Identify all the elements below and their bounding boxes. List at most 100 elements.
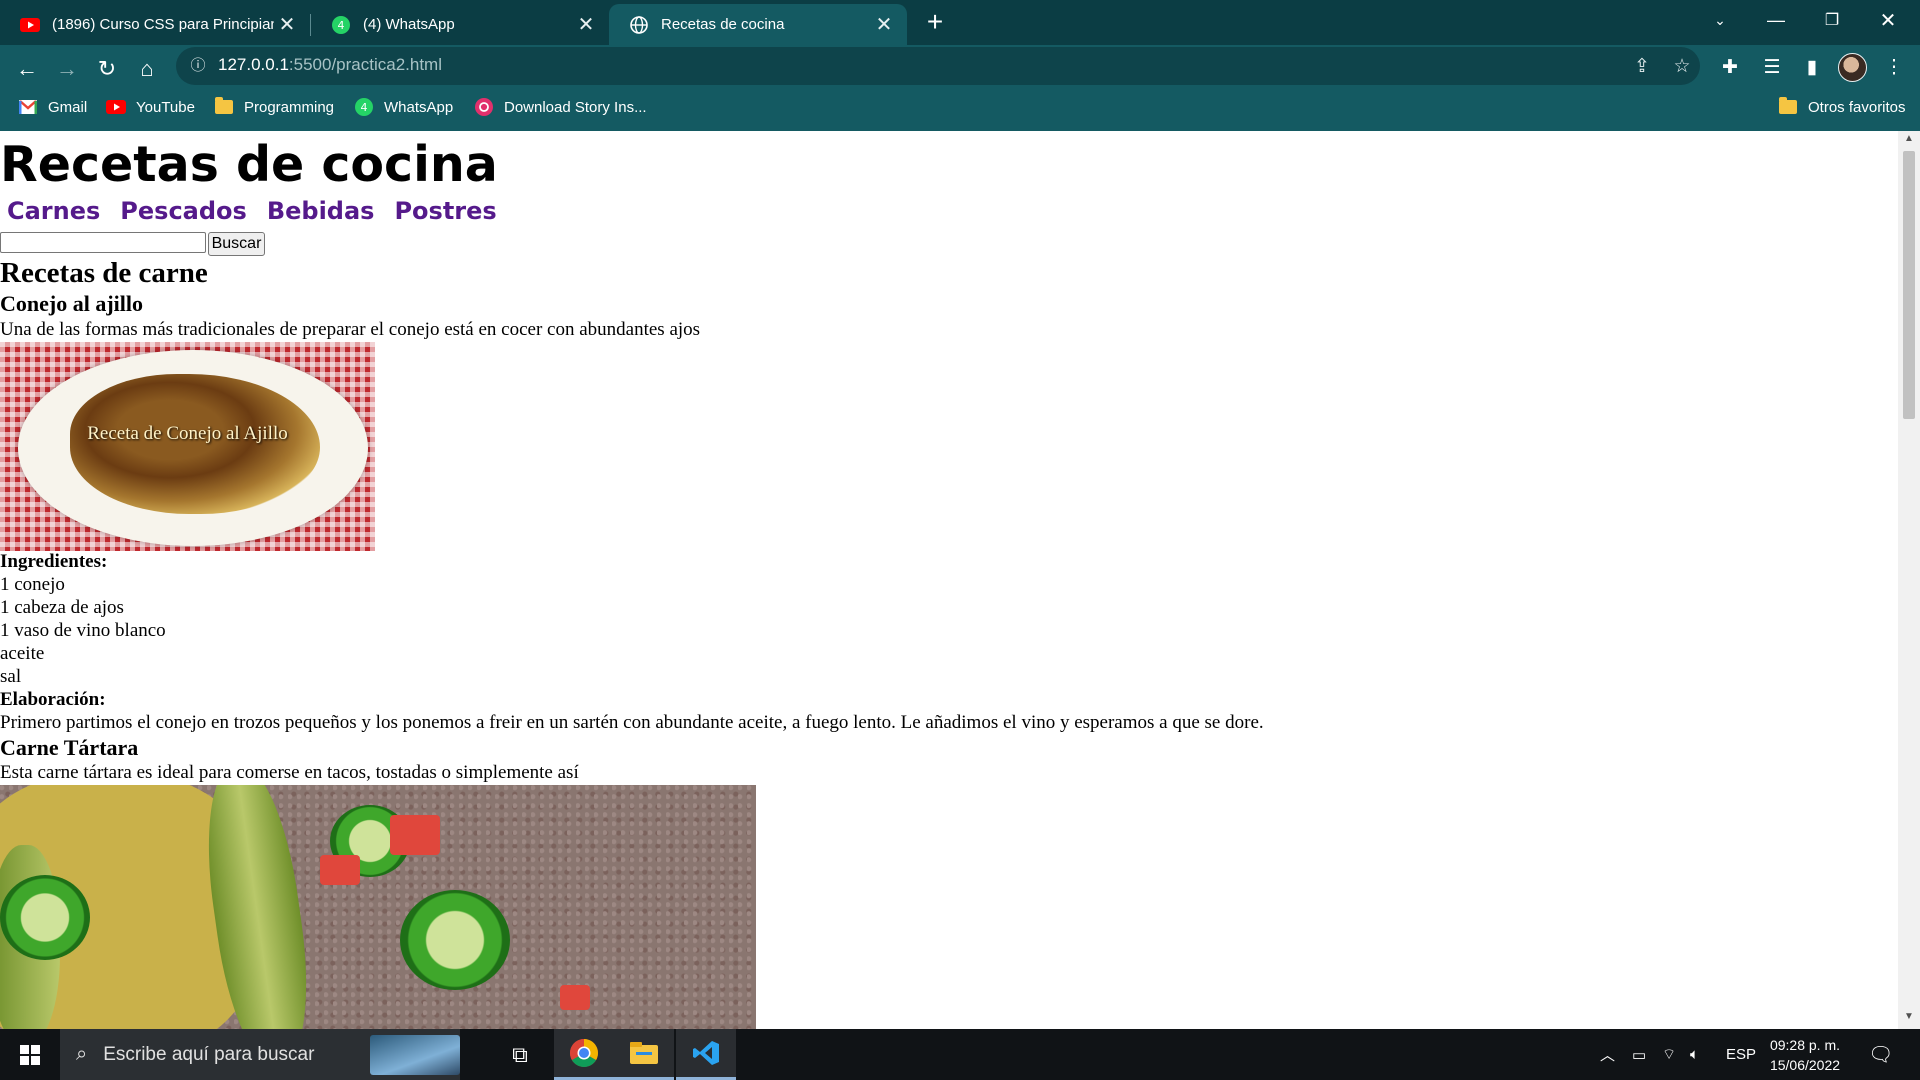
reload-button[interactable]: ↻ xyxy=(90,52,124,86)
reading-list-icon[interactable]: ☰ xyxy=(1756,52,1788,84)
page-title: Recetas de cocina xyxy=(0,136,498,193)
menu-link-carnes[interactable]: Carnes xyxy=(7,197,100,225)
scroll-down-icon[interactable]: ▼ xyxy=(1898,1011,1920,1027)
search-button[interactable]: Buscar xyxy=(208,232,265,256)
vscode-icon[interactable] xyxy=(676,1029,736,1080)
profile-avatar[interactable] xyxy=(1838,53,1867,82)
minimize-button[interactable]: — xyxy=(1748,0,1804,40)
bookmark-gmail[interactable]: Gmail xyxy=(18,96,87,118)
bookmark-label: Otros favoritos xyxy=(1808,98,1906,116)
taskbar-search-box[interactable]: ⌕ Escribe aquí para buscar xyxy=(60,1029,460,1080)
bookmark-label: Gmail xyxy=(48,98,88,116)
search-input[interactable] xyxy=(0,232,206,253)
jalapeno-slice xyxy=(400,890,510,990)
url-path: :5500/practica2.html xyxy=(288,55,442,74)
close-window-button[interactable]: ✕ xyxy=(1860,0,1916,40)
bookmark-label: Download Story Ins... xyxy=(504,98,647,116)
windows-start-icon[interactable] xyxy=(0,1029,60,1080)
ingredients-label: Ingredientes: xyxy=(0,551,108,572)
file-explorer-icon[interactable] xyxy=(614,1029,674,1080)
close-icon[interactable]: ✕ xyxy=(871,12,897,37)
tab-title: (4) WhatsApp xyxy=(363,16,455,33)
new-tab-button[interactable]: + xyxy=(918,5,952,39)
search-highlight-image xyxy=(370,1034,460,1075)
forward-button[interactable]: → xyxy=(50,52,84,86)
bookmark-programming[interactable]: Programming xyxy=(214,96,334,118)
tab-title: (1896) Curso CSS para Principiantes xyxy=(52,16,274,33)
recipe-description: Esta carne tártara es ideal para comerse… xyxy=(0,762,579,783)
tab-search-icon[interactable]: ⌄ xyxy=(1692,0,1748,40)
bookmark-label: Programming xyxy=(244,98,335,116)
preparation-text: Primero partimos el conejo en trozos peq… xyxy=(0,712,1264,733)
tab-title: Recetas de cocina xyxy=(661,16,785,33)
svg-text:4: 4 xyxy=(338,19,345,32)
jalapeno-slice xyxy=(0,875,90,960)
side-panel-icon[interactable]: ▮ xyxy=(1796,52,1828,84)
tab-strip: (1896) Curso CSS para Principiantes ✕ 4 … xyxy=(0,0,1920,45)
restore-button[interactable]: ❐ xyxy=(1804,0,1860,40)
clock-time: 09:28 p. m. xyxy=(1769,1037,1841,1053)
search-icon: ⌕ xyxy=(76,1043,88,1065)
tomato-piece xyxy=(390,815,440,855)
share-icon[interactable]: ⇪ xyxy=(1628,53,1656,81)
notifications-icon[interactable]: 🗨︎ xyxy=(1868,1029,1893,1080)
page-viewport: Recetas de cocina Carnes Pescados Bebida… xyxy=(0,131,1898,1029)
folder-icon xyxy=(1778,97,1798,116)
menu-link-bebidas[interactable]: Bebidas xyxy=(267,197,375,225)
tomato-piece xyxy=(320,855,360,885)
close-icon[interactable]: ✕ xyxy=(573,12,599,37)
battery-icon[interactable]: ▭ xyxy=(1632,1029,1646,1080)
back-button[interactable]: ← xyxy=(10,52,44,86)
tomato-piece xyxy=(560,985,590,1010)
scroll-up-icon[interactable]: ▲ xyxy=(1898,133,1920,149)
image-caption: Receta de Conejo al Ajillo xyxy=(87,423,288,444)
task-view-icon[interactable]: ⧉ xyxy=(490,1029,550,1080)
bookmark-label: WhatsApp xyxy=(384,98,454,116)
youtube-icon xyxy=(20,15,40,35)
globe-icon xyxy=(629,15,649,35)
recipe-title: Carne Tártara xyxy=(0,735,139,760)
scrollbar-thumb[interactable] xyxy=(1903,151,1915,419)
info-icon[interactable]: ⓘ xyxy=(188,56,208,76)
instagram-icon xyxy=(474,98,494,116)
vertical-scrollbar[interactable]: ▲ ▼ xyxy=(1898,131,1920,1029)
clock-date: 15/06/2022 xyxy=(1769,1057,1841,1073)
bookmark-download-story[interactable]: Download Story Ins... xyxy=(474,96,647,118)
menu-link-pescados[interactable]: Pescados xyxy=(120,197,247,225)
bookmark-youtube[interactable]: YouTube xyxy=(106,96,195,118)
tab-recetas[interactable]: Recetas de cocina ✕ xyxy=(609,4,907,45)
chrome-taskbar-icon[interactable] xyxy=(554,1029,614,1080)
whatsapp-icon: 4 xyxy=(354,98,374,116)
close-icon[interactable]: ✕ xyxy=(274,12,300,37)
extensions-icon[interactable]: ✚ xyxy=(1714,52,1746,84)
volume-icon[interactable]: 🔈︎ xyxy=(1690,1029,1699,1080)
ingredient-item: 1 cabeza de ajos xyxy=(0,597,124,618)
wifi-icon[interactable]: ⌔ xyxy=(1662,1029,1676,1080)
tray-chevron-icon[interactable]: ︿ xyxy=(1600,1029,1615,1080)
folder-icon xyxy=(214,97,234,116)
url-host: 127.0.0.1 xyxy=(218,55,289,74)
menu-link-postres[interactable]: Postres xyxy=(394,197,496,225)
bookmark-star-icon[interactable]: ☆ xyxy=(1668,53,1696,81)
ingredient-item: sal xyxy=(0,666,22,687)
bookmark-label: YouTube xyxy=(136,98,195,116)
language-indicator[interactable]: ESP xyxy=(1726,1029,1756,1080)
gmail-icon xyxy=(18,98,38,116)
home-button[interactable]: ⌂ xyxy=(130,52,164,86)
menu-dots-icon[interactable]: ⋮ xyxy=(1878,52,1910,84)
url-text[interactable]: 127.0.0.1:5500/practica2.html xyxy=(218,55,442,75)
taskbar-clock[interactable]: 09:28 p. m. 15/06/2022 xyxy=(1762,1035,1848,1075)
recipe-title: Conejo al ajillo xyxy=(0,291,143,316)
youtube-icon xyxy=(106,98,126,116)
tab-youtube[interactable]: (1896) Curso CSS para Principiantes ✕ xyxy=(0,4,310,45)
bookmark-whatsapp[interactable]: 4 WhatsApp xyxy=(354,96,453,118)
section-title: Recetas de carne xyxy=(0,257,208,289)
preparation-label: Elaboración: xyxy=(0,689,106,710)
taskbar-search-placeholder: Escribe aquí para buscar xyxy=(103,1043,315,1065)
ingredient-item: 1 conejo xyxy=(0,574,65,595)
bookmark-other-favorites[interactable]: Otros favoritos xyxy=(1778,96,1906,118)
whatsapp-icon: 4 xyxy=(331,15,351,35)
recipe-image-conejo: Receta de Conejo al Ajillo xyxy=(0,342,375,551)
main-menu: Carnes Pescados Bebidas Postres xyxy=(7,197,497,225)
tab-whatsapp[interactable]: 4 (4) WhatsApp ✕ xyxy=(311,4,609,45)
